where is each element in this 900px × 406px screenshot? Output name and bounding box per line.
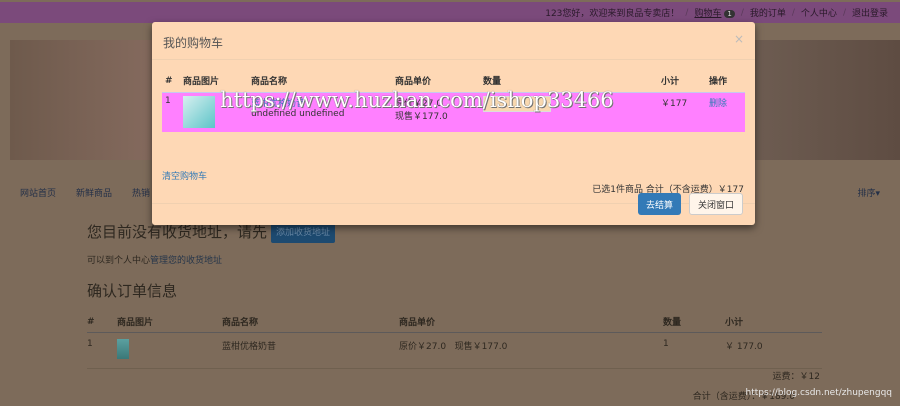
nav-fresh[interactable]: 新鲜商品 (76, 186, 112, 199)
col-header: # (87, 311, 117, 333)
close-window-button[interactable]: 关闭窗口 (689, 193, 744, 215)
product-price: 原价￥27.0 现售￥177.0 (399, 332, 663, 369)
orders-link[interactable]: 我的订单 (750, 6, 786, 19)
top-bar: 123您好，欢迎来到良品专卖店！ / 购物车 1 / 我的订单 / 个人中心 /… (0, 2, 900, 23)
checkout-button[interactable]: 去结算 (638, 193, 682, 215)
nav-hot[interactable]: 热销 (132, 186, 150, 199)
col-header: 小计 (658, 74, 706, 93)
table-row: 1 蓝柑优格奶昔 原价￥27.0 现售￥177.0 1 ￥ 177.0 (87, 332, 822, 369)
col-header: 数量 (663, 311, 725, 333)
csdn-watermark: https://blog.csdn.net/zhupengqq (745, 388, 893, 398)
col-header: # (162, 74, 180, 93)
shipping-fee: 运费：￥12 (772, 372, 820, 382)
subtotal: ￥177 (658, 92, 706, 132)
greeting: 123您好，欢迎来到良品专卖店！ (545, 9, 680, 19)
product-qty: 1 (663, 332, 725, 369)
close-icon[interactable]: × (734, 32, 744, 46)
sort-dropdown[interactable]: 排序▾ (857, 186, 880, 199)
hint-text: 可以到个人中心 (87, 256, 151, 266)
clear-cart-link[interactable]: 清空购物车 (162, 169, 207, 182)
separator: / (685, 7, 689, 18)
manage-address-link[interactable]: 管理您的收货地址 (150, 256, 222, 266)
order-table: # 商品图片 商品名称 商品单价 数量 小计 1 蓝柑优格奶昔 原价￥27.0 现售￥177.… (87, 311, 822, 369)
confirm-title: 确认订单信息 (87, 282, 178, 300)
modal-title: 我的购物车 (163, 36, 224, 50)
product-name: 蓝柑优格奶昔 (222, 332, 399, 369)
col-header: 商品图片 (117, 311, 222, 333)
cart-link[interactable]: 购物车 1 (694, 6, 735, 19)
col-header: 商品名称 (222, 311, 399, 333)
separator: / (791, 7, 795, 18)
col-header: 商品单价 (399, 311, 663, 333)
cart-count-badge: 1 (724, 10, 735, 18)
watermark-text: https://www.huzhan.com/ishop33466 (220, 88, 614, 112)
delete-link[interactable]: 删除 (709, 99, 727, 109)
product-thumbnail (183, 96, 215, 128)
product-subtotal: ￥ 177.0 (725, 332, 822, 369)
logout-link[interactable]: 退出登录 (852, 6, 888, 19)
separator: / (740, 7, 744, 18)
nav-home[interactable]: 网站首页 (20, 186, 56, 199)
product-thumbnail (117, 339, 129, 359)
separator: / (842, 7, 846, 18)
profile-link[interactable]: 个人中心 (801, 6, 837, 19)
col-header: 小计 (725, 311, 822, 333)
order-section: 您目前没有收货地址，请先 添加收货地址 可以到个人中心管理您的收货地址 确认订单信… (87, 220, 822, 369)
col-header: 操作 (706, 74, 745, 93)
